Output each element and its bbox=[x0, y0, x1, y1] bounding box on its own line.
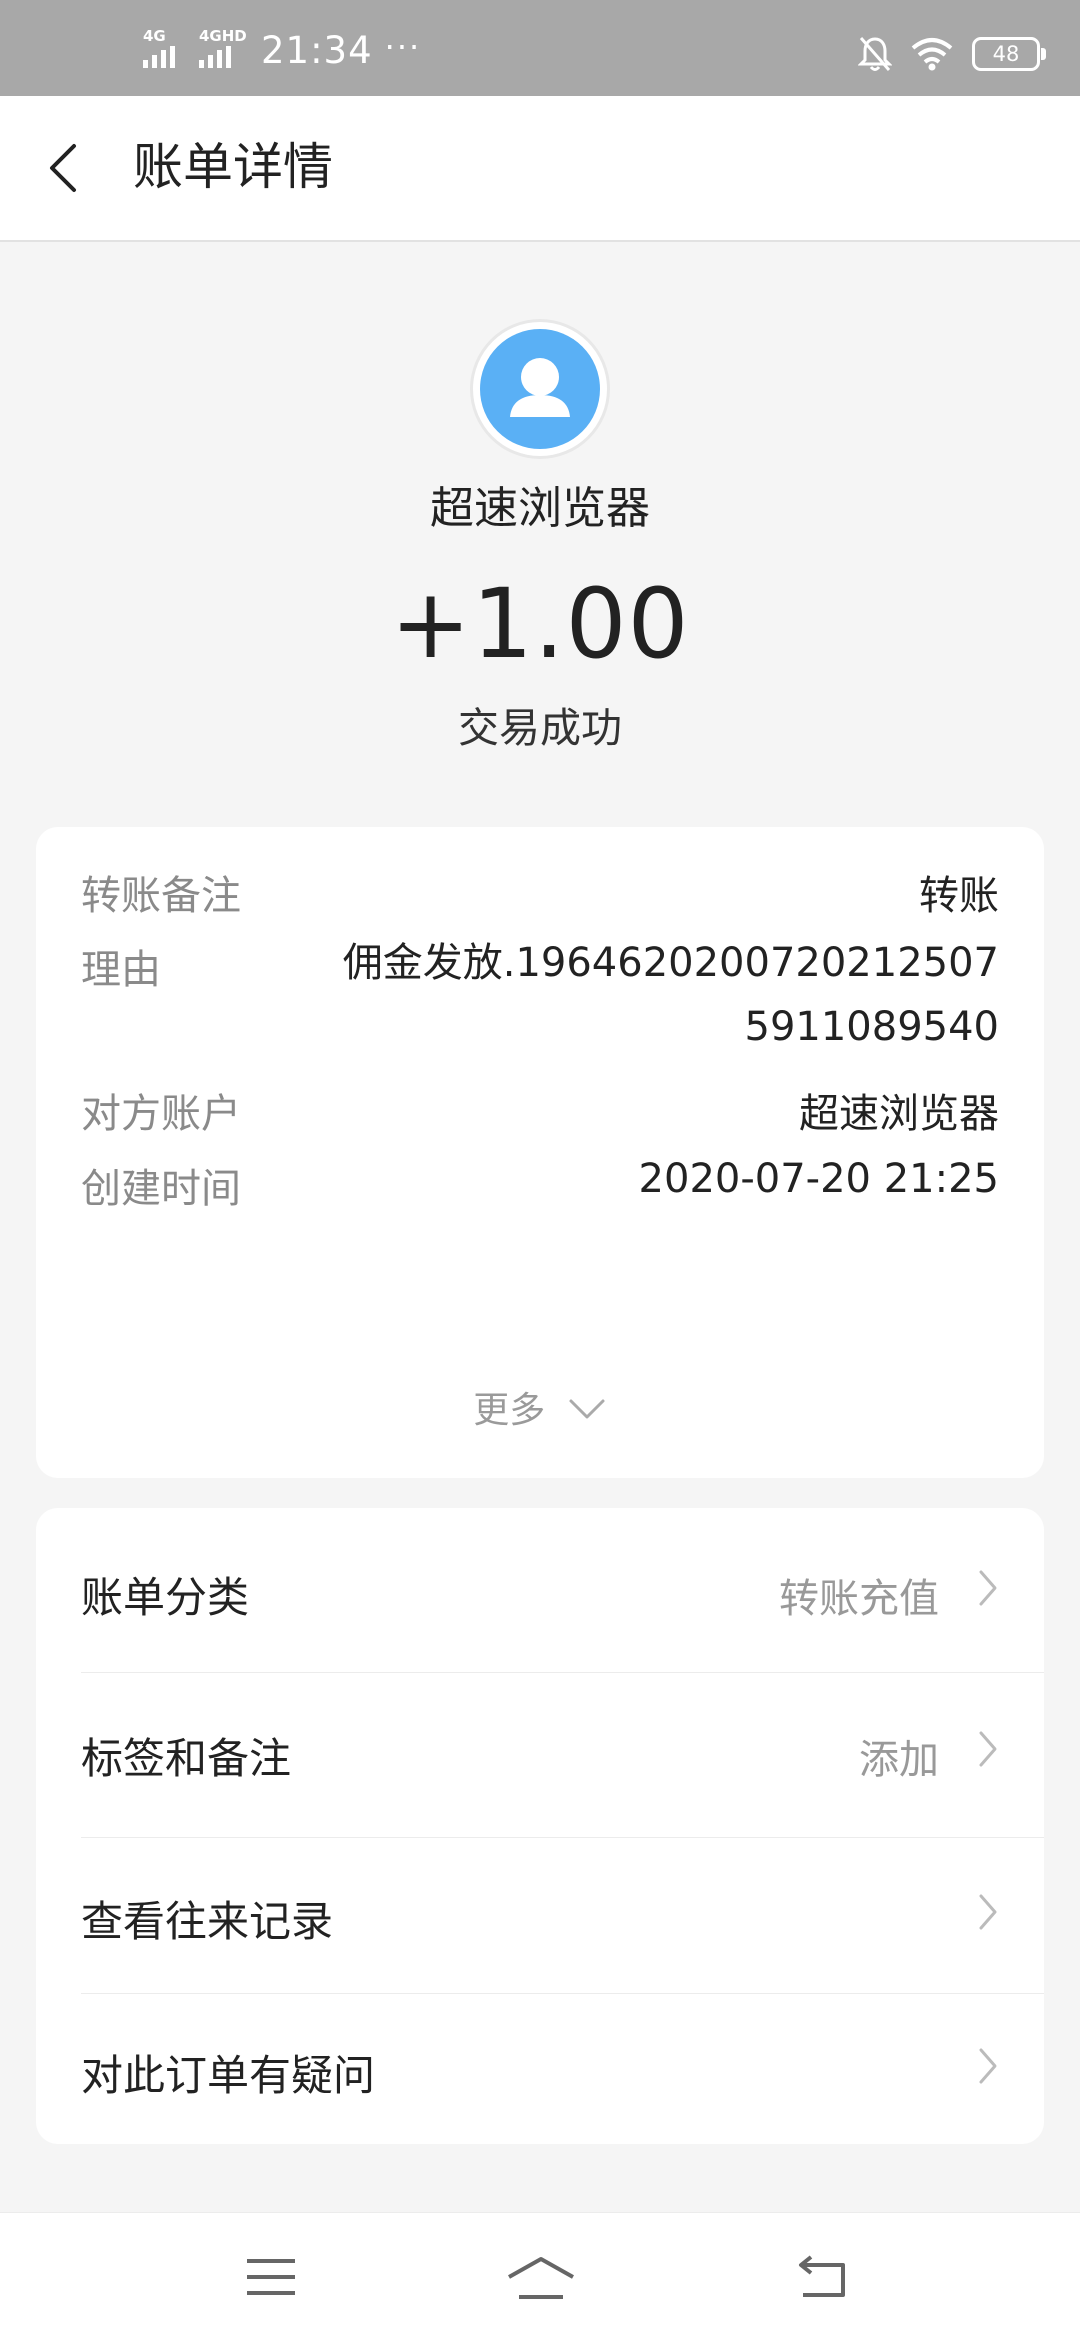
app-header: 账单详情 bbox=[0, 96, 1080, 242]
notification-dots: ··· bbox=[384, 28, 422, 66]
menu-label: 对此订单有疑问 bbox=[81, 2051, 376, 2100]
detail-label: 理由 bbox=[81, 947, 161, 993]
nav-menu-button[interactable] bbox=[244, 2253, 298, 2305]
actions-card: 账单分类 转账充值 标签和备注 添加 查看往来记录 对此订单有疑问 bbox=[36, 1508, 1044, 2144]
system-nav-bar bbox=[0, 2212, 1080, 2341]
nav-back-button[interactable] bbox=[795, 2253, 851, 2305]
chevron-down-icon bbox=[569, 1399, 605, 1419]
menu-label: 账单分类 bbox=[81, 1573, 250, 1622]
nav-home-button[interactable] bbox=[505, 2253, 577, 2309]
chevron-right-icon bbox=[979, 2048, 997, 2084]
network-label-2: 4GHD bbox=[199, 27, 247, 45]
merchant-avatar bbox=[473, 322, 607, 456]
chevron-left-icon bbox=[50, 144, 76, 192]
detail-value-reason: 佣金发放.1964620200720212507 5911089540 bbox=[289, 931, 999, 1059]
detail-label: 创建时间 bbox=[81, 1166, 241, 1212]
status-left: 4G 4GHD 21:34 ··· bbox=[143, 26, 421, 74]
chevron-right-icon bbox=[979, 1894, 997, 1930]
bell-off-icon bbox=[858, 37, 892, 71]
chevron-right-icon bbox=[979, 1731, 997, 1767]
detail-label: 对方账户 bbox=[81, 1091, 241, 1137]
transaction-amount: +1.00 bbox=[390, 568, 690, 680]
transaction-status: 交易成功 bbox=[458, 704, 622, 752]
detail-label: 转账备注 bbox=[81, 873, 241, 919]
back-button[interactable] bbox=[36, 136, 96, 200]
menu-item-order-question[interactable]: 对此订单有疑问 bbox=[81, 1994, 999, 2154]
more-toggle[interactable]: 更多 bbox=[36, 1381, 1044, 1433]
signal-4g-icon: 4G bbox=[143, 28, 185, 72]
status-right: 48 bbox=[858, 34, 1046, 74]
menu-value: 转账充值 bbox=[779, 1576, 939, 1622]
network-label-1: 4G bbox=[143, 27, 166, 45]
menu-label: 标签和备注 bbox=[81, 1734, 292, 1783]
detail-value-line: 5911089540 bbox=[744, 1004, 1000, 1050]
menu-item-tags-notes[interactable]: 标签和备注 添加 bbox=[81, 1673, 999, 1833]
battery-level: 48 bbox=[992, 42, 1020, 66]
menu-label: 查看往来记录 bbox=[81, 1897, 334, 1946]
avatar bbox=[480, 329, 600, 449]
menu-item-bill-category[interactable]: 账单分类 转账充值 bbox=[81, 1508, 999, 1668]
chevron-right-icon bbox=[979, 1570, 997, 1606]
status-bar: 4G 4GHD 21:34 ··· 48 bbox=[0, 0, 1080, 96]
detail-value: 超速浏览器 bbox=[799, 1091, 999, 1137]
merchant-name: 超速浏览器 bbox=[430, 483, 650, 534]
menu-icon bbox=[247, 2259, 295, 2295]
battery-icon: 48 bbox=[972, 37, 1046, 71]
detail-value: 转账 bbox=[919, 873, 999, 919]
more-label: 更多 bbox=[473, 1390, 546, 1431]
menu-value: 添加 bbox=[859, 1737, 939, 1783]
menu-item-history[interactable]: 查看往来记录 bbox=[81, 1838, 999, 1998]
details-card: 转账备注 转账 理由 佣金发放.1964620200720212507 59110… bbox=[36, 827, 1044, 1478]
user-icon bbox=[510, 358, 570, 417]
back-icon bbox=[799, 2255, 845, 2297]
clock: 21:34 bbox=[261, 28, 373, 72]
detail-value: 2020-07-20 21:25 bbox=[638, 1156, 999, 1202]
home-icon bbox=[508, 2257, 574, 2299]
page-title: 账单详情 bbox=[133, 138, 333, 196]
wifi-icon bbox=[911, 38, 953, 71]
signal-4ghd-icon: 4GHD bbox=[199, 28, 247, 72]
detail-value-line: 佣金发放.1964620200720212507 bbox=[342, 940, 999, 986]
